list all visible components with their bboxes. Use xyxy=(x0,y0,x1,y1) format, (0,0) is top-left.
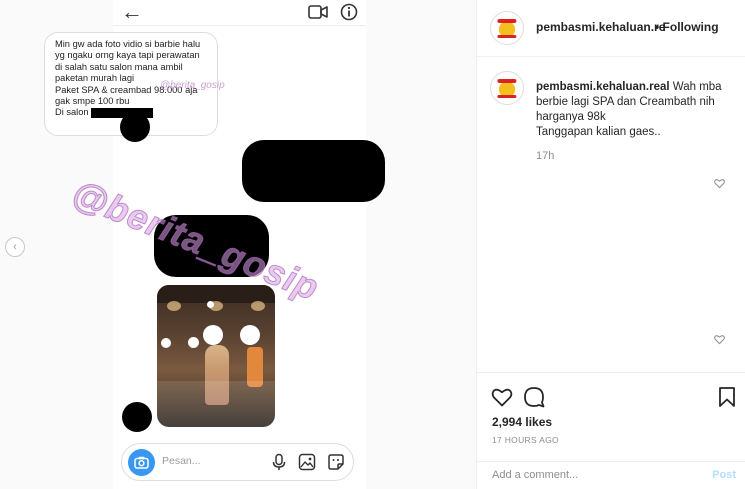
caption-text: Tanggapan kalian gaes.. xyxy=(536,126,661,138)
like-comment-icon[interactable] xyxy=(714,178,725,189)
author-avatar[interactable] xyxy=(490,11,524,45)
message-composer: Pesan... xyxy=(121,443,354,481)
bookmark-icon[interactable] xyxy=(716,386,738,408)
redacted-message xyxy=(242,140,385,202)
caption-text: Wah mba xyxy=(672,81,722,93)
caption-text: harganya 98k xyxy=(536,111,606,123)
post-caption: pembasmi.kehaluan.real Wah mba berbie la… xyxy=(536,80,741,140)
redaction-circle xyxy=(240,325,260,345)
microphone-icon[interactable] xyxy=(270,453,288,471)
redaction-circle xyxy=(161,338,171,348)
gallery-icon[interactable] xyxy=(298,453,316,471)
comment-icon[interactable] xyxy=(523,386,545,408)
following-label: Following xyxy=(662,20,719,34)
redaction-circle xyxy=(203,325,223,345)
arrow-left-icon: ← xyxy=(121,0,143,24)
comment-input[interactable]: Add a comment... xyxy=(492,469,578,481)
sticker-icon[interactable] xyxy=(327,453,345,471)
message-line: gak smpe 100 rbu xyxy=(55,96,130,107)
redaction-circle xyxy=(207,301,214,308)
message-input[interactable]: Pesan... xyxy=(162,455,201,467)
camera-button[interactable] xyxy=(128,449,155,476)
info-icon xyxy=(340,3,358,21)
redaction-circle xyxy=(188,337,199,348)
following-button[interactable]: • Following xyxy=(655,20,719,34)
chat-photo xyxy=(157,285,275,427)
post-actions: 2,994 likes 17 HOURS AGO Add a comment..… xyxy=(477,372,745,487)
post-button[interactable]: Post xyxy=(712,469,736,481)
message-line: Di salon xyxy=(55,107,89,118)
caption-time: 17h xyxy=(536,150,555,162)
previous-post-button[interactable]: ‹ xyxy=(5,237,25,257)
caption-text: berbie lagi SPA dan Creambath nih xyxy=(536,96,715,108)
message-line: Min gw ada foto vidio si barbie halu xyxy=(55,39,201,49)
message-line: yg ngaku orng kaya tapi perawatan xyxy=(55,50,200,61)
post-timestamp[interactable]: 17 HOURS AGO xyxy=(492,435,559,445)
author-username[interactable]: pembasmi.kehaluan.real xyxy=(536,20,664,34)
heart-icon[interactable] xyxy=(491,386,513,408)
camera-icon xyxy=(134,456,149,469)
caption-avatar[interactable] xyxy=(490,71,524,105)
chat-header: ← xyxy=(113,0,366,26)
comment-bar: Add a comment... Post xyxy=(477,461,745,488)
post-header: pembasmi.kehaluan.real • Following xyxy=(477,0,745,57)
message-line: di salah satu salon mana ambil xyxy=(55,61,183,72)
redacted-avatar xyxy=(120,112,150,142)
caption-username[interactable]: pembasmi.kehaluan.real xyxy=(536,81,670,93)
post-media: ‹ ← Min gw ada foto vidio si barbie halu… xyxy=(0,0,476,489)
likes-count[interactable]: 2,994 likes xyxy=(492,415,552,429)
video-call-icon xyxy=(308,5,328,19)
chevron-left-icon: ‹ xyxy=(13,241,17,253)
redacted-avatar xyxy=(122,402,152,432)
watermark-small: @berita_gosip xyxy=(160,80,225,91)
instagram-post-viewer: ‹ ← Min gw ada foto vidio si barbie halu… xyxy=(0,0,745,489)
post-sidebar: pembasmi.kehaluan.real • Following pemba… xyxy=(476,0,745,489)
like-comment-icon[interactable] xyxy=(714,334,725,345)
